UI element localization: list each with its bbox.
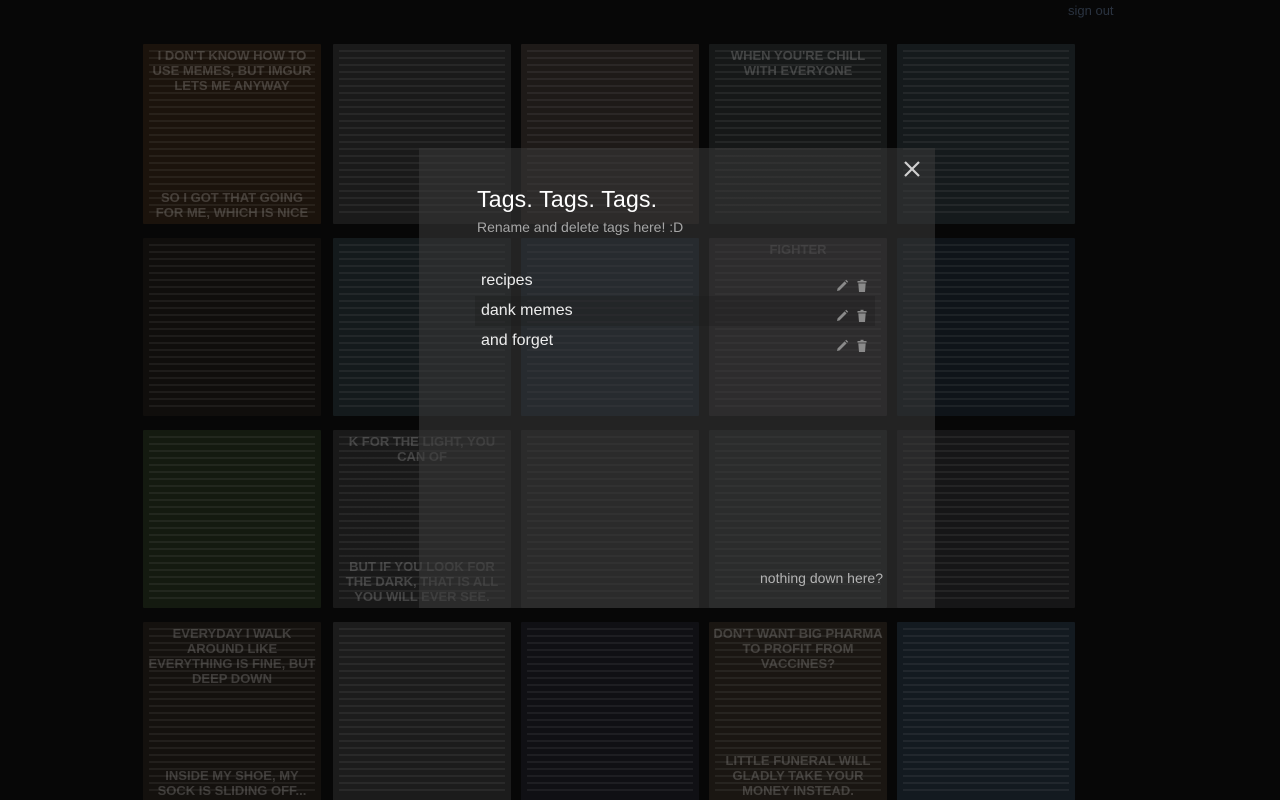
tile-caption-bottom: Little Funeral will gladly take your mon… [725, 753, 871, 798]
app-root: sign out I don't know how to use memes, … [0, 0, 1280, 800]
tile-texture [339, 628, 505, 796]
trash-icon[interactable] [855, 334, 869, 352]
tile-texture [903, 628, 1069, 796]
tags-modal: Tags. Tags. Tags. Rename and delete tags… [419, 148, 935, 608]
tile-caption-bottom: Inside my shoe, my sock is sliding off..… [157, 768, 307, 798]
tag-actions [835, 274, 869, 292]
top-link[interactable]: sign out [1068, 3, 1114, 18]
tag-name: recipes [481, 272, 533, 289]
tile-texture [149, 436, 315, 602]
background-tile[interactable]: Everyday I walk around like everything i… [143, 622, 321, 800]
trash-icon[interactable] [855, 274, 869, 292]
pencil-icon[interactable] [835, 334, 849, 351]
pencil-icon[interactable] [835, 274, 849, 291]
background-tile[interactable]: I don't know how to use memes, but imgur… [143, 44, 321, 224]
tile-caption-top: When you're chill with everyone [730, 48, 866, 78]
tag-name: dank memes [481, 302, 573, 319]
tag-actions [835, 304, 869, 322]
tag-name: and forget [481, 332, 554, 349]
background-tile[interactable]: Don't want Big Pharma to profit from vac… [709, 622, 887, 800]
tile-caption-top: I don't know how to use memes, but imgur… [152, 48, 312, 93]
tag-row[interactable]: recipes [475, 266, 875, 296]
modal-title: Tags. Tags. Tags. [477, 186, 658, 212]
tile-caption-top: Don't want Big Pharma to profit from vac… [713, 626, 883, 671]
tile-texture [149, 244, 315, 410]
background-tile[interactable] [143, 430, 321, 608]
background-tile[interactable] [897, 622, 1075, 800]
pencil-icon[interactable] [835, 304, 849, 321]
close-icon[interactable] [901, 158, 923, 180]
tag-row[interactable]: dank memes [475, 296, 875, 326]
tile-caption-bottom: So I got that going for me, which is nic… [155, 190, 309, 220]
tile-texture [527, 628, 693, 796]
modal-subtitle: Rename and delete tags here! :D [477, 219, 684, 235]
tag-row[interactable]: and forget [475, 326, 875, 356]
background-tile[interactable] [521, 622, 699, 800]
trash-icon[interactable] [855, 304, 869, 322]
tag-list: recipes dank memes and forget [475, 266, 875, 356]
background-tile[interactable] [333, 622, 511, 800]
tile-caption-top: Everyday I walk around like everything i… [148, 626, 316, 686]
background-tile[interactable] [143, 238, 321, 416]
modal-footer-text: nothing down here? [760, 570, 883, 586]
tag-actions [835, 334, 869, 352]
